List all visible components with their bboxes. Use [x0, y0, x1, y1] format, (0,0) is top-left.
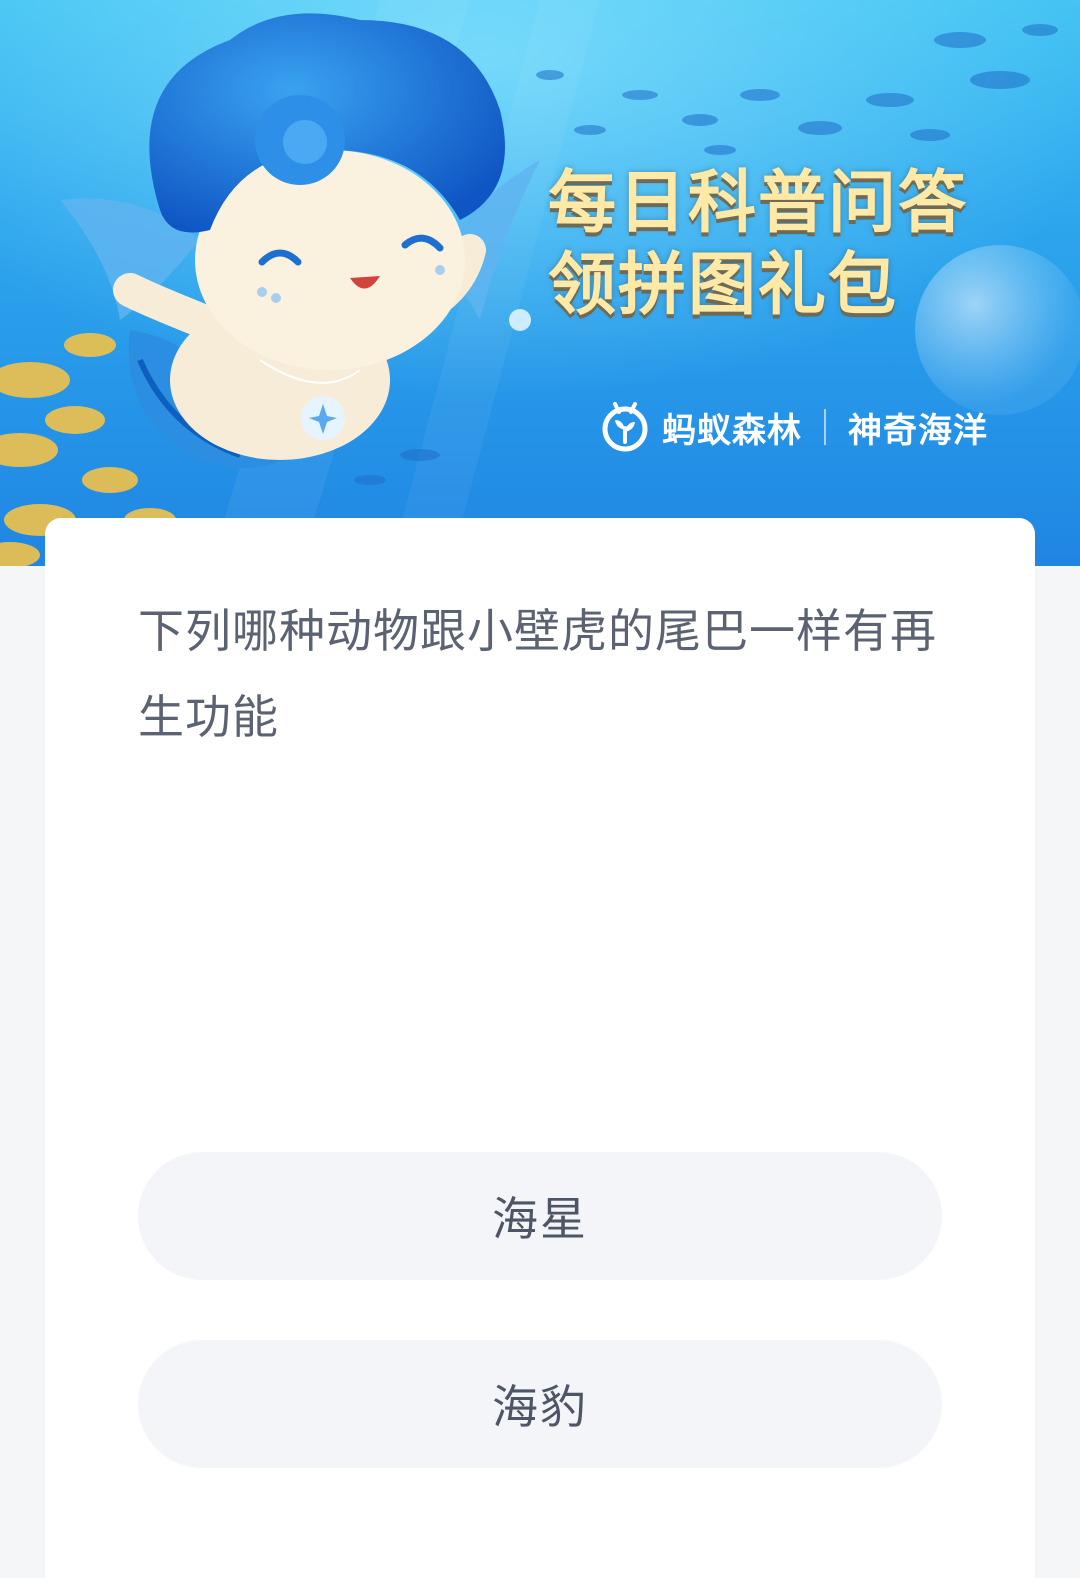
- brand-divider: [824, 409, 826, 445]
- brand-row: 蚂蚁森林 神奇海洋: [598, 400, 988, 454]
- answer-option-1[interactable]: 海星: [138, 1152, 942, 1280]
- answer-option-2[interactable]: 海豹: [138, 1340, 942, 1468]
- brand-partner: 神奇海洋: [848, 410, 988, 451]
- banner-title-line-2: 领拼图礼包: [548, 246, 899, 325]
- quiz-card: 下列哪种动物跟小壁虎的尾巴一样有再生功能 海星 海豹: [45, 518, 1035, 1578]
- banner-illustration: [0, 0, 1080, 566]
- banner: 每日科普问答 领拼图礼包 蚂蚁森林 神奇海洋: [0, 0, 1080, 566]
- banner-title-line-1: 每日科普问答: [548, 164, 969, 243]
- brand-name: 蚂蚁森林: [662, 410, 802, 451]
- question-text: 下列哪种动物跟小壁虎的尾巴一样有再生功能: [138, 604, 937, 744]
- ant-forest-logo-icon: [602, 402, 648, 452]
